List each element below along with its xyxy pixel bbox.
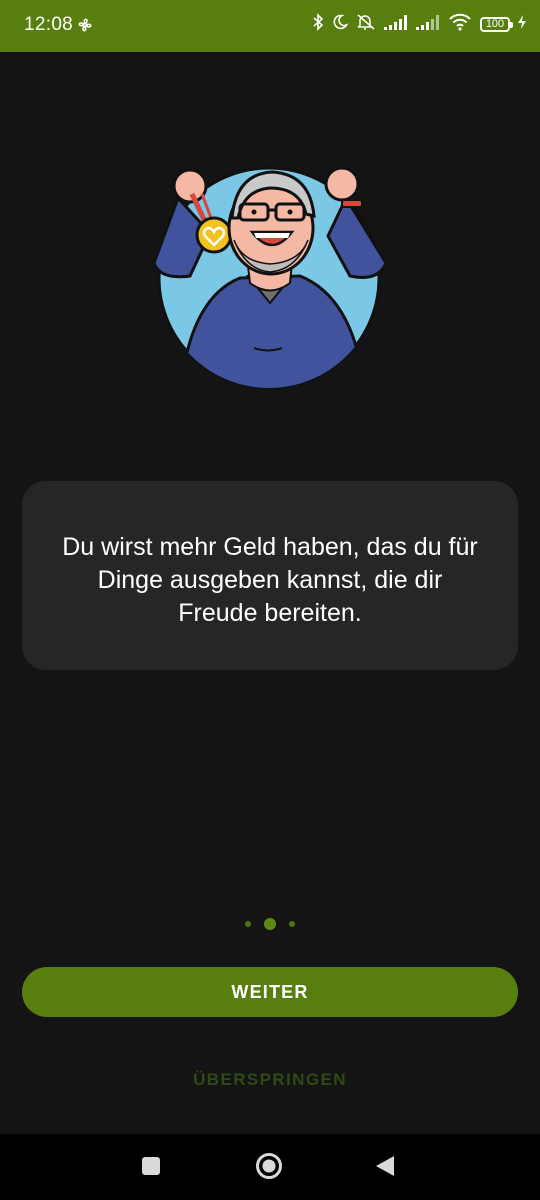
battery-level: 100 — [485, 18, 505, 30]
home-button[interactable] — [255, 1152, 283, 1185]
page-dot-1 — [245, 921, 251, 927]
back-button[interactable] — [375, 1155, 395, 1182]
moon-icon — [332, 14, 349, 35]
senior-man-with-medal-illustration — [150, 158, 395, 393]
page-dot-3 — [289, 921, 295, 927]
battery-icon: 100 — [480, 17, 513, 32]
bluetooth-icon — [312, 13, 324, 36]
charging-icon — [518, 15, 526, 34]
signal-icon-2 — [416, 14, 440, 35]
mute-icon — [356, 13, 376, 36]
status-icons: 100 — [312, 13, 526, 36]
next-button[interactable]: WEITER — [22, 967, 518, 1017]
fan-icon — [77, 17, 93, 38]
system-navigation-bar — [0, 1134, 540, 1200]
wifi-icon — [448, 13, 472, 36]
status-time: 12:08 — [24, 14, 74, 35]
onboarding-message: Du wirst mehr Geld haben, das du für Din… — [62, 533, 478, 627]
page-dot-2-active — [264, 918, 276, 930]
status-bar: 12:08 100 — [0, 0, 540, 52]
signal-icon — [384, 14, 408, 35]
page-indicator — [0, 918, 540, 930]
skip-button[interactable]: ÜBERSPRINGEN — [0, 1070, 540, 1090]
message-card: Du wirst mehr Geld haben, das du für Din… — [22, 481, 518, 670]
recents-button[interactable] — [141, 1156, 161, 1181]
